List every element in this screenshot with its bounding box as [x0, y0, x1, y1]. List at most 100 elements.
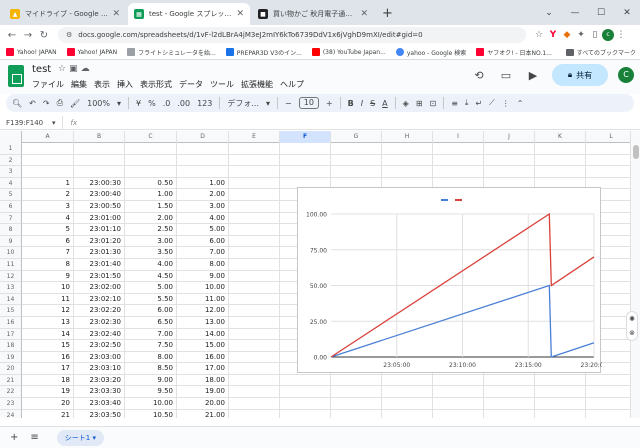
grid-cell[interactable] [433, 386, 484, 399]
grid-cell[interactable]: 23:02:50 [74, 340, 125, 352]
grid-cell[interactable] [22, 166, 74, 178]
grid-cell[interactable] [586, 375, 630, 387]
row-header[interactable]: 4 [0, 177, 22, 190]
grid-cell[interactable] [382, 398, 433, 410]
grid-cell[interactable] [586, 386, 630, 399]
font-size-decrease-icon[interactable]: − [285, 99, 292, 108]
grid-cell[interactable]: 23:00:40 [74, 189, 125, 201]
grid-cell[interactable] [484, 166, 535, 178]
text-color-icon[interactable]: A [382, 99, 387, 108]
grid-cell[interactable] [484, 409, 535, 418]
move-folder-icon[interactable]: ▣ [69, 64, 81, 74]
grid-cell[interactable] [229, 282, 280, 294]
paint-format-icon[interactable]: 🖌︎ [70, 99, 80, 108]
row-header[interactable]: 24 [0, 409, 22, 418]
grid-cell[interactable]: 19.00 [177, 386, 229, 399]
grid-cell[interactable]: 7.00 [125, 328, 177, 341]
grid-cell[interactable]: 21.00 [177, 409, 229, 418]
grid-cell[interactable] [535, 374, 586, 387]
grid-cell[interactable] [177, 166, 229, 178]
grid-cell[interactable]: 17.00 [177, 363, 229, 375]
grid-cell[interactable]: 17 [22, 363, 74, 375]
menu-edit[interactable]: 編集 [71, 79, 87, 90]
row-header[interactable]: 16 [0, 316, 22, 329]
row-header[interactable]: 5 [0, 189, 22, 201]
grid-cell[interactable]: 18 [22, 374, 74, 387]
menu-help[interactable]: ヘルプ [280, 79, 304, 90]
grid-cell[interactable] [331, 143, 382, 155]
profile-avatar[interactable]: c [602, 29, 614, 41]
grid-cell[interactable] [229, 363, 280, 375]
grid-cell[interactable] [74, 154, 125, 167]
reload-icon[interactable]: ↻ [36, 30, 52, 41]
sheet-tab[interactable]: シート1 ▾ [56, 429, 104, 446]
grid-cell[interactable]: 4 [22, 212, 74, 225]
grid-cell[interactable] [382, 374, 433, 387]
grid-cell[interactable]: 18.00 [177, 374, 229, 387]
grid-cell[interactable] [280, 398, 331, 410]
bold-icon[interactable]: B [348, 99, 354, 108]
menu-view[interactable]: 表示 [94, 79, 110, 90]
grid-cell[interactable] [586, 143, 630, 155]
grid-cell[interactable]: 1.00 [177, 177, 229, 190]
grid-cell[interactable]: 2 [22, 189, 74, 201]
grid-cell[interactable]: 3.00 [177, 200, 229, 213]
grid-cell[interactable] [484, 143, 535, 155]
grid-cell[interactable] [177, 143, 229, 155]
row-header[interactable]: 3 [0, 166, 22, 178]
grid-cell[interactable] [484, 374, 535, 387]
grid-cell[interactable] [229, 270, 280, 283]
grid-cell[interactable]: 14.00 [177, 328, 229, 341]
grid-cell[interactable]: 19 [22, 386, 74, 399]
percent-format-button[interactable]: % [148, 99, 156, 108]
row-header[interactable]: 13 [0, 282, 22, 294]
bookmark-item[interactable]: ヤフオク! - 日本NO.1... [476, 48, 552, 57]
grid-cell[interactable] [229, 166, 280, 178]
row-header[interactable]: 7 [0, 212, 22, 225]
grid-cell[interactable] [229, 177, 280, 190]
grid-cell[interactable] [433, 143, 484, 155]
horizontal-align-icon[interactable]: ≡ [451, 99, 458, 108]
grid-cell[interactable]: 23:02:40 [74, 328, 125, 341]
grid-cell[interactable] [382, 166, 433, 178]
select-all-corner[interactable] [0, 131, 22, 143]
grid-cell[interactable] [229, 224, 280, 236]
close-icon[interactable]: ✕ [236, 9, 244, 19]
grid-cell[interactable] [484, 154, 535, 167]
grid-cell[interactable]: 2.50 [125, 224, 177, 236]
row-header[interactable]: 10 [0, 247, 22, 259]
grid-cell[interactable] [229, 235, 280, 248]
font-size-input[interactable]: 10 [298, 97, 319, 109]
grid-cell[interactable] [229, 154, 280, 167]
column-header[interactable]: L [586, 131, 630, 143]
menu-insert[interactable]: 挿入 [117, 79, 133, 90]
grid-cell[interactable]: 5.50 [125, 293, 177, 306]
grid-cell[interactable]: 11 [22, 293, 74, 306]
grid-cell[interactable] [535, 143, 586, 155]
grid-cell[interactable]: 11.00 [177, 293, 229, 306]
row-header[interactable]: 1 [0, 143, 22, 155]
grid-cell[interactable]: 23:02:00 [74, 282, 125, 294]
grid-cell[interactable] [433, 374, 484, 387]
grid-cell[interactable]: 7.50 [125, 340, 177, 352]
grid-cell[interactable] [125, 166, 177, 178]
explore-icon[interactable]: ✺ [629, 315, 635, 323]
menu-dots-icon[interactable]: ⋮ [614, 30, 628, 40]
grid-cell[interactable] [280, 154, 331, 167]
cloud-icon[interactable]: ☁ [81, 64, 93, 74]
undo-icon[interactable]: ↶ [29, 99, 36, 108]
more-formats-button[interactable]: 123 [197, 99, 212, 108]
grid-cell[interactable] [535, 398, 586, 410]
grid-cell[interactable] [177, 154, 229, 167]
grid-cell[interactable] [229, 398, 280, 410]
column-header[interactable]: A [22, 131, 74, 143]
grid-cell[interactable] [229, 247, 280, 259]
name-box[interactable]: F139:F140 [0, 119, 52, 127]
column-header[interactable]: J [484, 131, 535, 143]
grid-cell[interactable] [280, 409, 331, 418]
grid-cell[interactable]: 20 [22, 398, 74, 410]
grid-cell[interactable] [74, 166, 125, 178]
close-panel-icon[interactable]: ⊗ [629, 329, 635, 337]
grid-cell[interactable]: 21 [22, 409, 74, 418]
grid-cell[interactable] [229, 386, 280, 399]
